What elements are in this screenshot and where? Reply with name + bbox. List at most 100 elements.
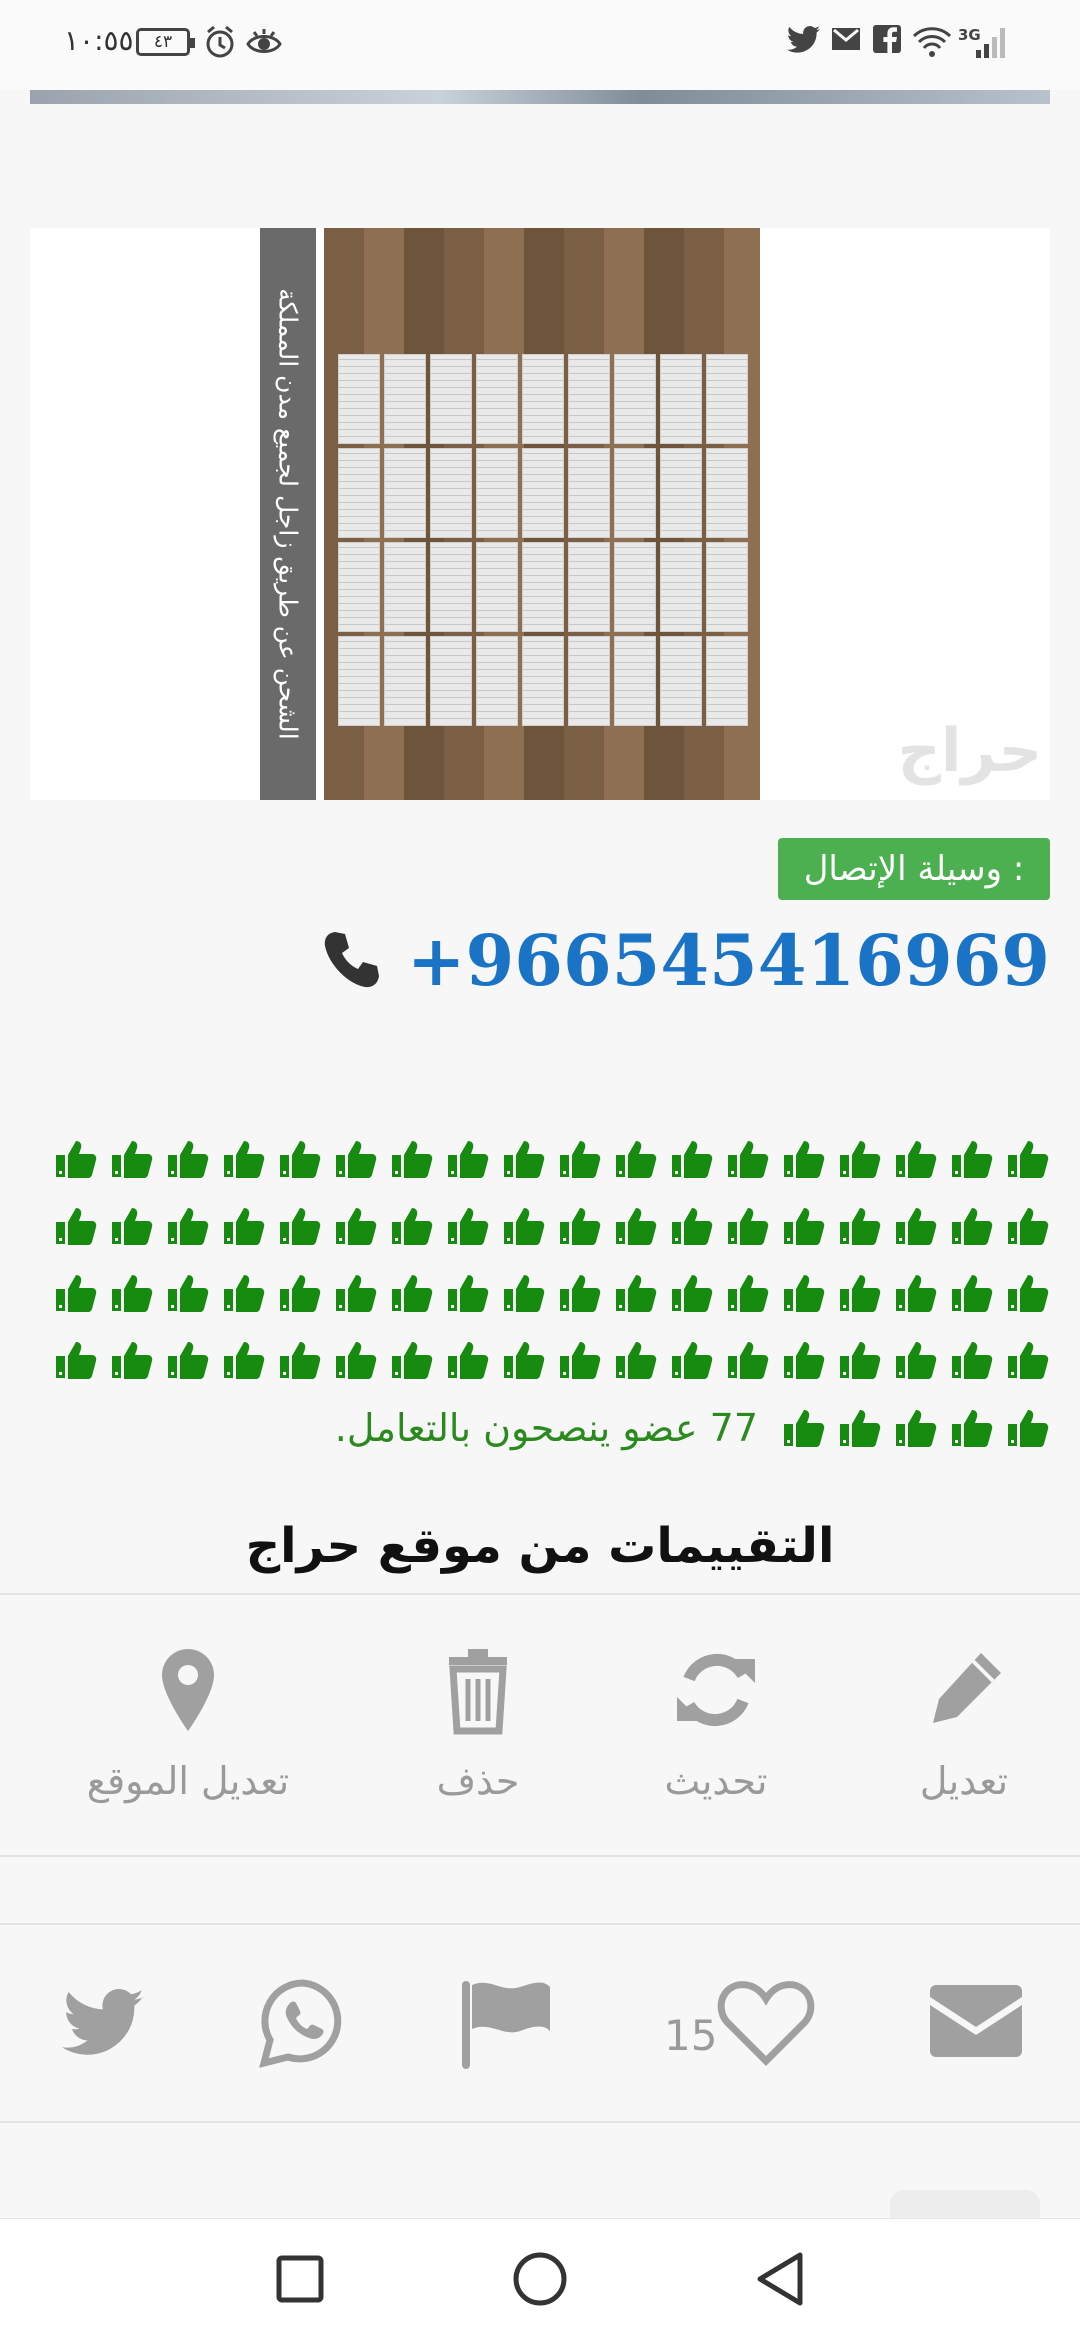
ad-photo: الشحن عن طريق زاجل لجميع مدن المملكة [260,228,760,800]
thumbs-up-icon [560,1207,601,1245]
thumbs-up-icon [952,1341,993,1379]
thumbs-up-icon [56,1274,97,1312]
facebook-status-icon [873,25,901,53]
thumbs-up-icon [280,1274,321,1312]
thumbs-up-icon [560,1140,601,1178]
thumbs-up-icon [504,1140,545,1178]
thumbs-up-icon [112,1207,153,1245]
thumbs-up-icon [56,1140,97,1178]
thumbs-up-icon [840,1207,881,1245]
thumbs-up-icon [392,1341,433,1379]
thumbs-up-icon [280,1341,321,1379]
thumbs-up-icon [56,1207,97,1245]
thumbs-up-icon [616,1207,657,1245]
thumbs-up-icon [392,1207,433,1245]
like-count: 15 [664,2011,718,2060]
ad-image[interactable]: الشحن عن طريق زاجل لجميع مدن المملكة حرا… [30,228,1050,800]
alarm-icon [206,25,234,58]
thumbs-up-icon [840,1140,881,1178]
thumbs-up-icon [224,1274,265,1312]
photo-caption: الشحن عن طريق زاجل لجميع مدن المملكة [273,288,303,740]
thumbs-up-icon [1008,1274,1049,1312]
thumbs-up-icon [952,1410,993,1447]
thumbs-up-icon [1008,1341,1049,1379]
eye-icon [246,29,282,53]
twitter-status-icon [787,26,820,53]
thumbs-up-icon [168,1341,209,1379]
gmail-status-icon [832,28,860,50]
refresh-button[interactable]: تحديث [596,1645,836,1803]
thumbs-up-icon [168,1140,209,1178]
status-bar: ١٠:٥٥ ٤٣ 3G [0,0,1080,90]
thumbs-up-icon [112,1274,153,1312]
thumbs-up-icon [728,1341,769,1379]
pencil-icon [933,1653,1001,1723]
thumbs-up-icon [728,1140,769,1178]
tickets-stack [338,354,752,734]
delete-button[interactable]: حذف [358,1645,598,1803]
thumbs-up-icon [840,1274,881,1312]
thumbs-up-icon [784,1274,825,1312]
thumbs-up-icon [224,1207,265,1245]
whatsapp-icon[interactable] [258,1975,348,2071]
thumbs-row [40,1259,1050,1326]
home-circle-icon[interactable] [510,2249,570,2309]
ratings-heading: التقييمات من موقع حراج [245,1518,835,1574]
thumbs-up-icon [560,1341,601,1379]
haraj-watermark: حراج [897,716,1042,786]
thumbs-up-icon [1008,1140,1049,1178]
report-flag-icon[interactable] [456,1975,556,2071]
thumbs-up-icon [448,1341,489,1379]
thumbs-up-icon [784,1410,825,1447]
thumbs-up-icon [896,1140,937,1178]
thumbs-up-icon [1008,1207,1049,1245]
phone-number[interactable]: +966545416969 [407,919,1050,1002]
thumbs-up-icon [336,1207,377,1245]
thumbs-up-icon [504,1207,545,1245]
thumbs-up-icon [784,1341,825,1379]
thumbs-up-icon [728,1207,769,1245]
thumbs-up-icon [224,1341,265,1379]
thumbs-up-icon [784,1207,825,1245]
message-icon[interactable] [926,1975,1026,2071]
heart-icon[interactable] [716,1975,816,2071]
thumbs-up-icon [616,1341,657,1379]
status-time: ١٠:٥٥ [64,24,134,57]
thumbs-row [40,1326,1050,1393]
thumbs-up-icon [672,1207,713,1245]
thumbs-up-icon [672,1341,713,1379]
thumbs-up-icon [560,1274,601,1312]
edit-location-label: تعديل الموقع [86,1759,290,1803]
edit-label: تعديل [919,1759,1009,1803]
delete-label: حذف [436,1759,520,1803]
thumbs-up-icon [168,1274,209,1312]
thumbs-up-icon [112,1140,153,1178]
thumbs-up-icon [392,1274,433,1312]
phone-icon [324,932,379,988]
thumbs-up-icon [336,1140,377,1178]
recommend-row: 77 عضو ينصحون بالتعامل. [40,1393,1050,1463]
thumbs-up-icon [952,1274,993,1312]
thumbs-up-icon [616,1274,657,1312]
phone-link[interactable]: +966545416969 [321,910,1050,1010]
thumbs-up-icon [840,1341,881,1379]
refresh-icon [677,1653,755,1727]
thumbs-row [40,1125,1050,1192]
thumbs-up-icon [952,1207,993,1245]
recents-square-icon[interactable] [270,2249,330,2309]
thumbs-up-icon [448,1274,489,1312]
edit-location-button[interactable]: تعديل الموقع [58,1645,318,1803]
thumbs-up-icon [448,1140,489,1178]
thumbs-up-icon [56,1341,97,1379]
back-triangle-icon[interactable] [750,2249,810,2309]
thumbs-up-icon [672,1274,713,1312]
thumbs-up-icon [896,1274,937,1312]
contact-method-label: وسيلة الإتصال : [778,838,1050,900]
thumbs-up-icon [224,1140,265,1178]
thumbs-up-icon [168,1207,209,1245]
thumbs-up-icon [896,1341,937,1379]
thumbs-up-icon [896,1410,937,1447]
thumbs-up-icon [728,1274,769,1312]
edit-button[interactable]: تعديل [844,1645,1080,1803]
twitter-icon[interactable] [58,1975,148,2071]
